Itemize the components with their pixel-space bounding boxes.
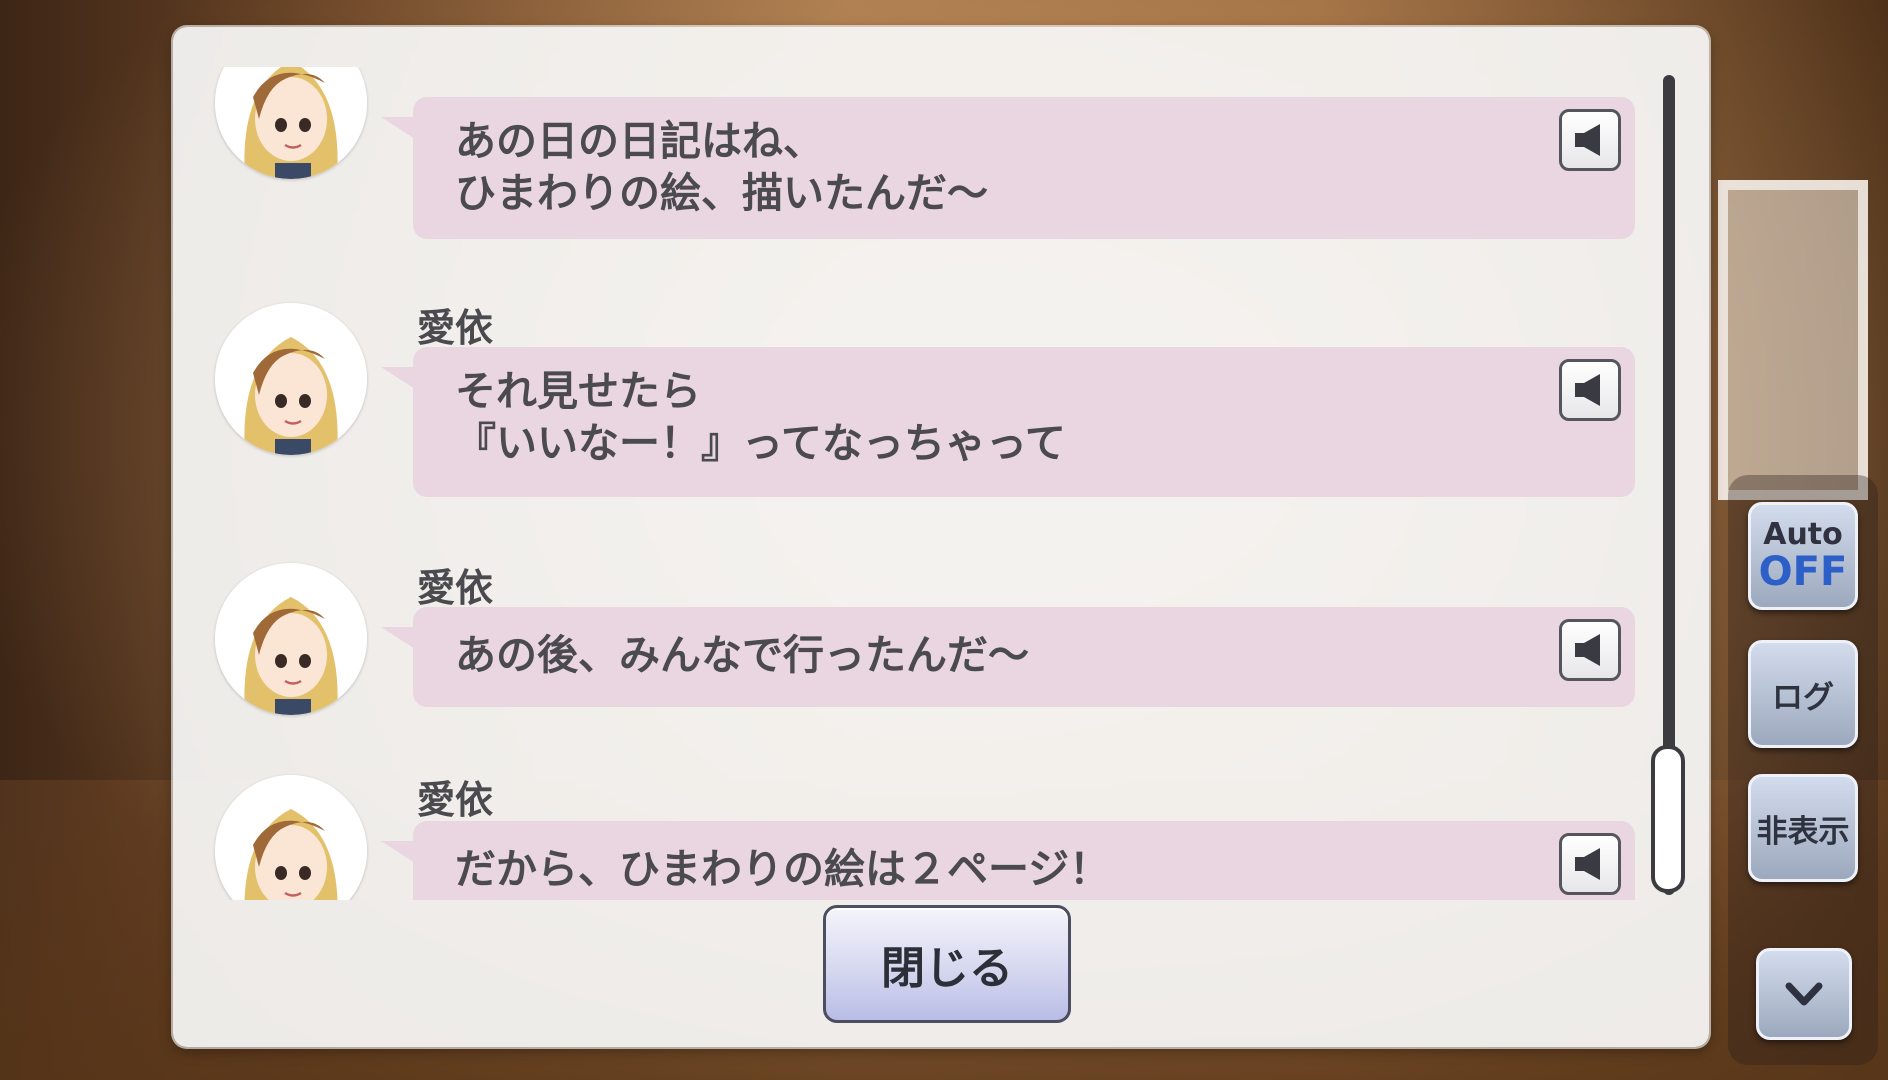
speaker-name: 愛依 — [417, 306, 494, 350]
message-line: だから、ひまわりの絵は２ページ！ — [455, 845, 1111, 893]
speaker-icon — [1575, 124, 1600, 156]
character-face-icon — [215, 303, 367, 455]
message-bubble: それ見せたら 『いいなー！』ってなっちゃって — [381, 347, 1635, 497]
character-face-icon — [215, 563, 367, 715]
speaker-icon — [1575, 634, 1600, 666]
character-face-icon — [215, 775, 367, 900]
auto-label: Auto — [1763, 517, 1843, 552]
character-face-icon — [215, 67, 367, 179]
speaker-avatar — [215, 563, 367, 715]
message-bubble: あの日の日記はね、 ひまわりの絵、描いたんだ～ — [381, 97, 1635, 239]
voice-replay-button[interactable] — [1559, 109, 1621, 171]
message-line: 『いいなー！』ってなっちゃって — [455, 419, 1066, 467]
speaker-name: 愛依 — [417, 566, 494, 610]
message-bubble: あの後、みんなで行ったんだ～ — [381, 607, 1635, 707]
log-list[interactable]: あの日の日記はね、 ひまわりの絵、描いたんだ～ 愛依 それ見せたら 『いいなー！… — [173, 67, 1709, 900]
message-line: あの日の日記はね、 — [455, 117, 824, 165]
speaker-avatar — [215, 303, 367, 455]
voice-replay-button[interactable] — [1559, 833, 1621, 895]
message-line: あの後、みんなで行ったんだ～ — [455, 631, 1029, 679]
voice-replay-button[interactable] — [1559, 359, 1621, 421]
chevron-down-icon — [1785, 982, 1823, 1006]
hide-label: 非表示 — [1756, 813, 1850, 850]
log-button[interactable]: ログ — [1748, 640, 1858, 748]
advance-down-button[interactable] — [1756, 948, 1852, 1040]
hide-button[interactable]: 非表示 — [1748, 774, 1858, 882]
scrollbar-thumb[interactable] — [1651, 745, 1685, 893]
close-label: 閉じる — [881, 943, 1013, 994]
speaker-avatar — [215, 67, 367, 179]
log-panel: あの日の日記はね、 ひまわりの絵、描いたんだ～ 愛依 それ見せたら 『いいなー！… — [173, 27, 1709, 1047]
close-button[interactable]: 閉じる — [823, 905, 1071, 1023]
auto-toggle-button[interactable]: Auto OFF — [1748, 502, 1858, 610]
speaker-icon — [1575, 374, 1600, 406]
log-label: ログ — [1772, 679, 1834, 716]
message-line: それ見せたら — [455, 367, 701, 415]
voice-replay-button[interactable] — [1559, 619, 1621, 681]
speaker-name: 愛依 — [417, 778, 494, 822]
scene-window — [1718, 180, 1868, 500]
message-bubble: だから、ひまわりの絵は２ページ！ — [381, 821, 1635, 900]
speaker-avatar — [215, 775, 367, 900]
message-line: ひまわりの絵、描いたんだ～ — [455, 169, 988, 217]
speaker-icon — [1575, 848, 1600, 880]
auto-state: OFF — [1758, 549, 1848, 595]
